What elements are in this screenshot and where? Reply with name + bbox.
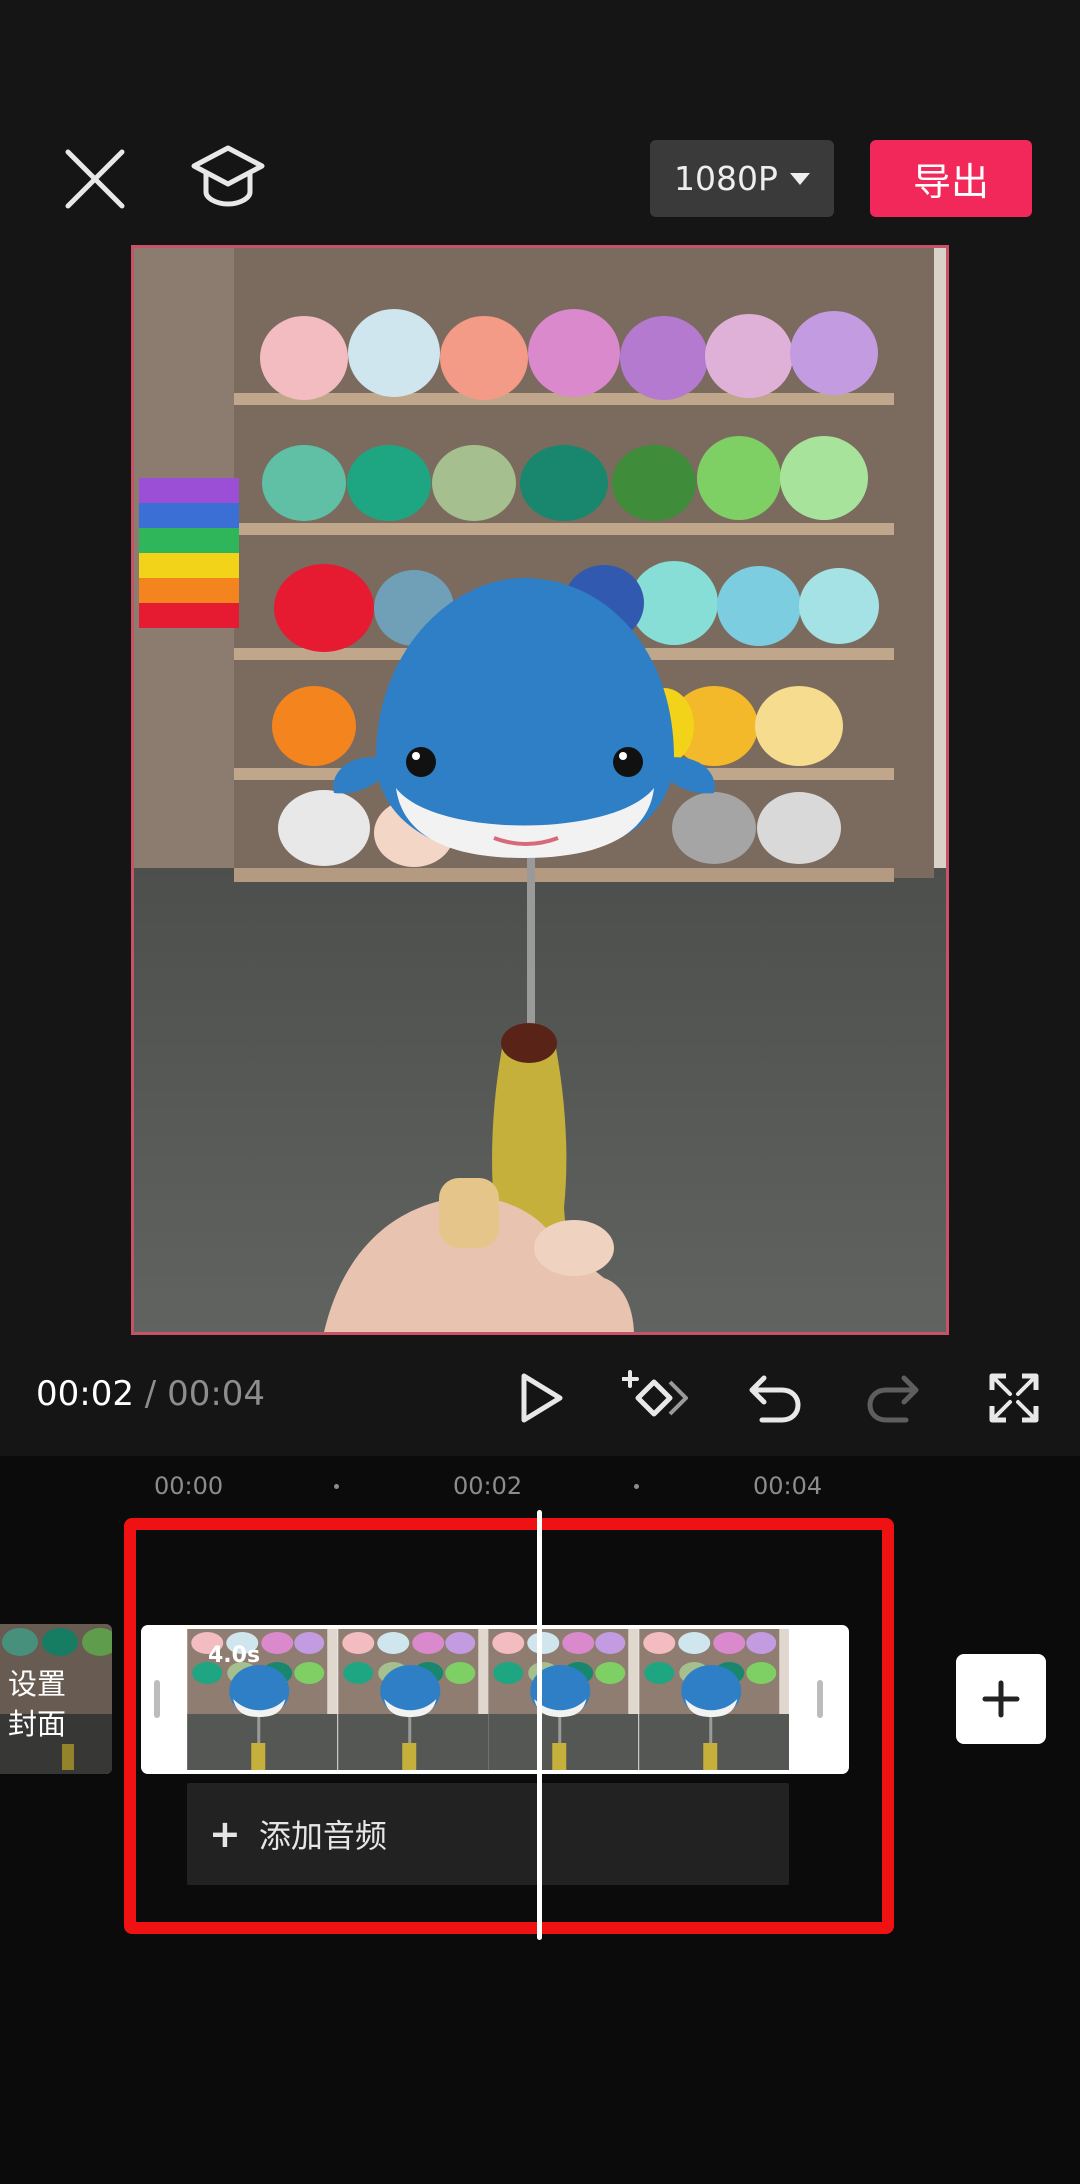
keyframe-icon	[621, 1370, 688, 1417]
resolution-selector[interactable]: 1080P	[650, 140, 834, 217]
preview-image	[134, 248, 946, 1332]
play-icon	[521, 1373, 563, 1423]
undo-button[interactable]	[744, 1368, 804, 1428]
tick-label: 00:02	[453, 1472, 523, 1500]
undo-icon	[749, 1375, 801, 1423]
video-preview[interactable]	[131, 245, 949, 1335]
redo-button[interactable]	[864, 1368, 924, 1428]
close-button[interactable]	[62, 146, 128, 212]
resolution-label: 1080P	[674, 159, 778, 198]
highlight-box	[124, 1518, 894, 1934]
plus-icon	[982, 1680, 1020, 1718]
close-icon	[65, 149, 125, 209]
fullscreen-button[interactable]	[984, 1368, 1044, 1428]
redo-icon	[867, 1375, 919, 1423]
cover-line: 设置	[8, 1667, 67, 1701]
playhead[interactable]	[537, 1510, 542, 1940]
time-display: 00:02 / 00:04	[36, 1374, 265, 1414]
graduation-cap-icon	[191, 145, 265, 207]
tick-label: 00:00	[154, 1472, 224, 1500]
tick-dot	[334, 1484, 339, 1489]
export-button[interactable]: 导出	[870, 140, 1032, 217]
tick-label: 00:04	[753, 1472, 823, 1500]
tutorial-button[interactable]	[190, 142, 266, 212]
time-separator: /	[144, 1374, 157, 1414]
total-time: 00:04	[167, 1374, 266, 1414]
add-clip-button[interactable]	[956, 1654, 1046, 1744]
keyframe-button[interactable]	[621, 1368, 688, 1428]
export-label: 导出	[912, 160, 989, 204]
set-cover-label: 设置 封面	[8, 1664, 98, 1744]
current-time: 00:02	[36, 1374, 134, 1414]
cover-line: 封面	[8, 1707, 67, 1741]
tick-dot	[634, 1484, 639, 1489]
fullscreen-icon	[989, 1373, 1039, 1423]
chevron-down-icon	[789, 172, 810, 185]
play-button[interactable]	[510, 1368, 570, 1428]
